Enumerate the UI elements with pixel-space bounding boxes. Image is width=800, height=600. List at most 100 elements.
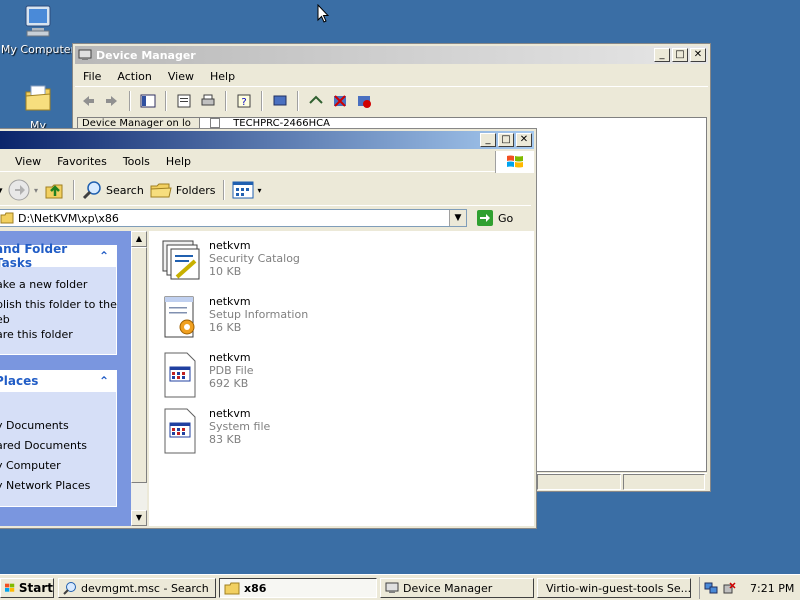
my-computer-icon xyxy=(25,5,51,37)
scan-hardware-button[interactable] xyxy=(269,90,291,112)
forward-arrow-icon xyxy=(106,96,117,106)
explorer-titlebar[interactable]: _ □ ✕ xyxy=(0,131,534,149)
taskbar-button-device-manager[interactable]: Device Manager xyxy=(380,578,534,598)
menu-action[interactable]: Action xyxy=(109,70,159,83)
file-item[interactable]: netkvm Setup Information 16 KB xyxy=(161,295,361,345)
file-item[interactable]: netkvm PDB File 692 KB xyxy=(161,351,361,401)
device-manager-titlebar[interactable]: Device Manager _ □ ✕ xyxy=(75,46,708,64)
close-button[interactable]: ✕ xyxy=(690,48,706,62)
menu-file[interactable]: File xyxy=(75,70,109,83)
search-button[interactable]: Search xyxy=(79,179,147,201)
help-icon: ? xyxy=(237,94,251,108)
folders-label: Folders xyxy=(175,183,216,197)
panel-title: Places xyxy=(0,374,39,388)
views-button[interactable]: ▾ xyxy=(229,179,265,201)
maximize-button[interactable]: □ xyxy=(498,133,514,147)
close-button[interactable]: ✕ xyxy=(516,133,532,147)
collapse-chevron-icon[interactable]: ⌃ xyxy=(99,374,109,388)
search-results-icon xyxy=(63,582,76,595)
explorer-window: _ □ ✕ View Favorites Tools Help ▾ ▾ Sear… xyxy=(0,128,537,529)
update-driver-button[interactable] xyxy=(305,90,327,112)
scroll-thumb[interactable] xyxy=(131,247,147,483)
place-link-item[interactable] xyxy=(0,398,116,413)
taskbar-button-virtio-setup[interactable]: Virtio-win-guest-tools Se... xyxy=(537,578,691,598)
scroll-up-button[interactable]: ▲ xyxy=(131,231,147,247)
folder-icon xyxy=(0,212,14,224)
forward-button[interactable]: ▾ xyxy=(5,179,41,201)
menu-help[interactable]: Help xyxy=(202,70,243,83)
task-pane-scrollbar[interactable]: ▲ ▼ xyxy=(131,231,147,526)
taskbar-button-x86[interactable]: x86 xyxy=(219,578,377,598)
address-field[interactable]: D:\NetKVM\xp\x86 ▼ xyxy=(0,209,467,227)
forward-button[interactable] xyxy=(101,90,123,112)
toolbar-separator xyxy=(222,180,225,200)
task-link-share[interactable]: are this folder xyxy=(0,327,116,342)
collapse-chevron-icon[interactable]: ⌃ xyxy=(99,249,109,263)
menu-help[interactable]: Help xyxy=(158,155,199,168)
task-pane: and Folder Tasks ⌃ ake a new folder blis… xyxy=(0,231,147,526)
minimize-button[interactable]: _ xyxy=(480,133,496,147)
help-button[interactable]: ? xyxy=(233,90,255,112)
file-item[interactable]: netkvm System file 83 KB xyxy=(161,407,361,457)
properties-icon xyxy=(177,94,191,108)
disable-button[interactable] xyxy=(353,90,375,112)
network-tray-icon[interactable] xyxy=(704,581,718,595)
clock[interactable]: 7:21 PM xyxy=(750,582,794,595)
file-size: 10 KB xyxy=(209,265,242,278)
file-type: PDB File xyxy=(209,364,254,377)
go-button[interactable]: Go xyxy=(473,207,516,229)
folders-icon xyxy=(150,183,172,198)
task-link-publish[interactable]: blish this folder to the xyxy=(0,297,117,312)
toolbar-separator xyxy=(261,91,263,111)
uninstall-button[interactable] xyxy=(329,90,351,112)
setup-information-icon xyxy=(164,296,195,338)
toolbar-separator xyxy=(165,91,167,111)
file-name: netkvm xyxy=(209,407,251,420)
minimize-button[interactable]: _ xyxy=(654,48,670,62)
svg-text:?: ? xyxy=(241,97,246,108)
address-dropdown-button[interactable]: ▼ xyxy=(449,210,466,226)
windows-logo-box xyxy=(495,151,534,173)
scroll-down-button[interactable]: ▼ xyxy=(131,510,147,526)
place-link-shared-documents[interactable]: ared Documents xyxy=(0,438,116,453)
desktop-icon-my-computer[interactable]: My Computer xyxy=(0,4,76,56)
properties-button[interactable] xyxy=(173,90,195,112)
taskbar-button-search[interactable]: devmgmt.msc - Search xyxy=(58,578,216,598)
up-folder-icon xyxy=(45,184,63,199)
up-folder-button[interactable] xyxy=(41,179,69,201)
place-link-my-documents[interactable]: y Documents xyxy=(0,418,116,433)
other-places-header[interactable]: Places ⌃ xyxy=(0,370,117,392)
taskbar-button-label: x86 xyxy=(244,581,267,595)
taskbar-button-label: Device Manager xyxy=(403,581,493,595)
console-tree-icon xyxy=(140,94,156,108)
toolbar-separator xyxy=(225,91,227,111)
file-folder-tasks-body: ake a new folder blish this folder to th… xyxy=(0,267,117,355)
folders-button[interactable]: Folders xyxy=(147,179,219,201)
start-label: Start xyxy=(18,581,53,595)
menu-favorites[interactable]: Favorites xyxy=(49,155,115,168)
menu-view[interactable]: View xyxy=(7,155,49,168)
file-size: 16 KB xyxy=(209,321,242,334)
menu-view[interactable]: View xyxy=(160,70,202,83)
task-link-new-folder[interactable]: ake a new folder xyxy=(0,277,116,292)
safely-remove-hardware-icon[interactable] xyxy=(722,581,736,595)
place-link-my-computer[interactable]: y Computer xyxy=(0,458,116,473)
start-button[interactable]: Start xyxy=(0,578,54,598)
toolbar-separator xyxy=(73,180,76,200)
place-link-network-places[interactable]: y Network Places xyxy=(0,478,116,493)
file-size: 692 KB xyxy=(209,377,249,390)
file-name: netkvm xyxy=(209,239,251,252)
print-button[interactable] xyxy=(197,90,219,112)
update-driver-icon xyxy=(309,95,323,104)
menu-tools[interactable]: Tools xyxy=(115,155,158,168)
expand-box-icon xyxy=(210,118,220,128)
file-folder-tasks-header[interactable]: and Folder Tasks ⌃ xyxy=(0,242,117,270)
maximize-button[interactable]: □ xyxy=(672,48,688,62)
panel-title: and Folder Tasks xyxy=(0,242,68,270)
show-hide-tree-button[interactable] xyxy=(137,90,159,112)
views-icon xyxy=(232,181,254,199)
back-button[interactable] xyxy=(77,90,99,112)
file-item[interactable]: netkvm Security Catalog 10 KB xyxy=(161,239,361,289)
taskbar-button-label: Virtio-win-guest-tools Se... xyxy=(546,581,691,595)
task-link-publish-cont[interactable]: eb xyxy=(0,312,116,327)
